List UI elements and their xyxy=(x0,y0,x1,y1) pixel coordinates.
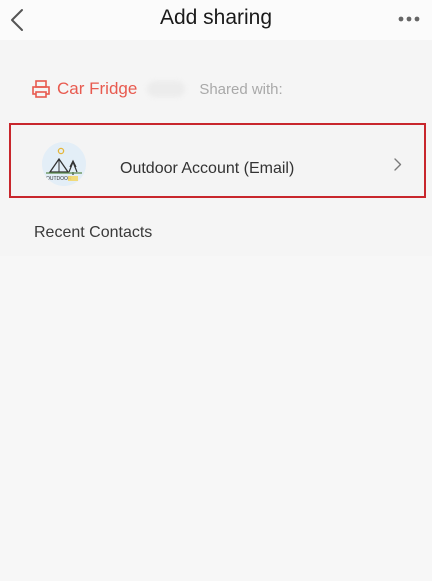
recent-contacts-list xyxy=(0,256,432,581)
printer-icon xyxy=(32,80,50,98)
account-option-label: Outdoor Account (Email) xyxy=(120,160,295,177)
recent-contacts-heading: Recent Contacts xyxy=(34,224,153,241)
chevron-right-icon xyxy=(394,158,402,171)
more-button[interactable] xyxy=(392,8,426,32)
outdoor-logo: OUTDOOR xyxy=(42,142,86,186)
page-title: Add sharing xyxy=(159,6,273,29)
device-id-redacted xyxy=(147,81,186,97)
add-sharing-screen: Add sharing Car Fridge Shared with: OUTD… xyxy=(0,0,432,581)
outdoor-account-option[interactable]: OUTDOOR Outdoor Account (Email) xyxy=(9,123,426,198)
shared-with-label: Shared with: xyxy=(199,80,283,98)
device-name: Car Fridge xyxy=(57,79,138,98)
more-dots-icon xyxy=(398,16,420,22)
header-bar: Add sharing xyxy=(0,0,432,40)
device-row: Car Fridge Shared with: xyxy=(31,71,283,107)
